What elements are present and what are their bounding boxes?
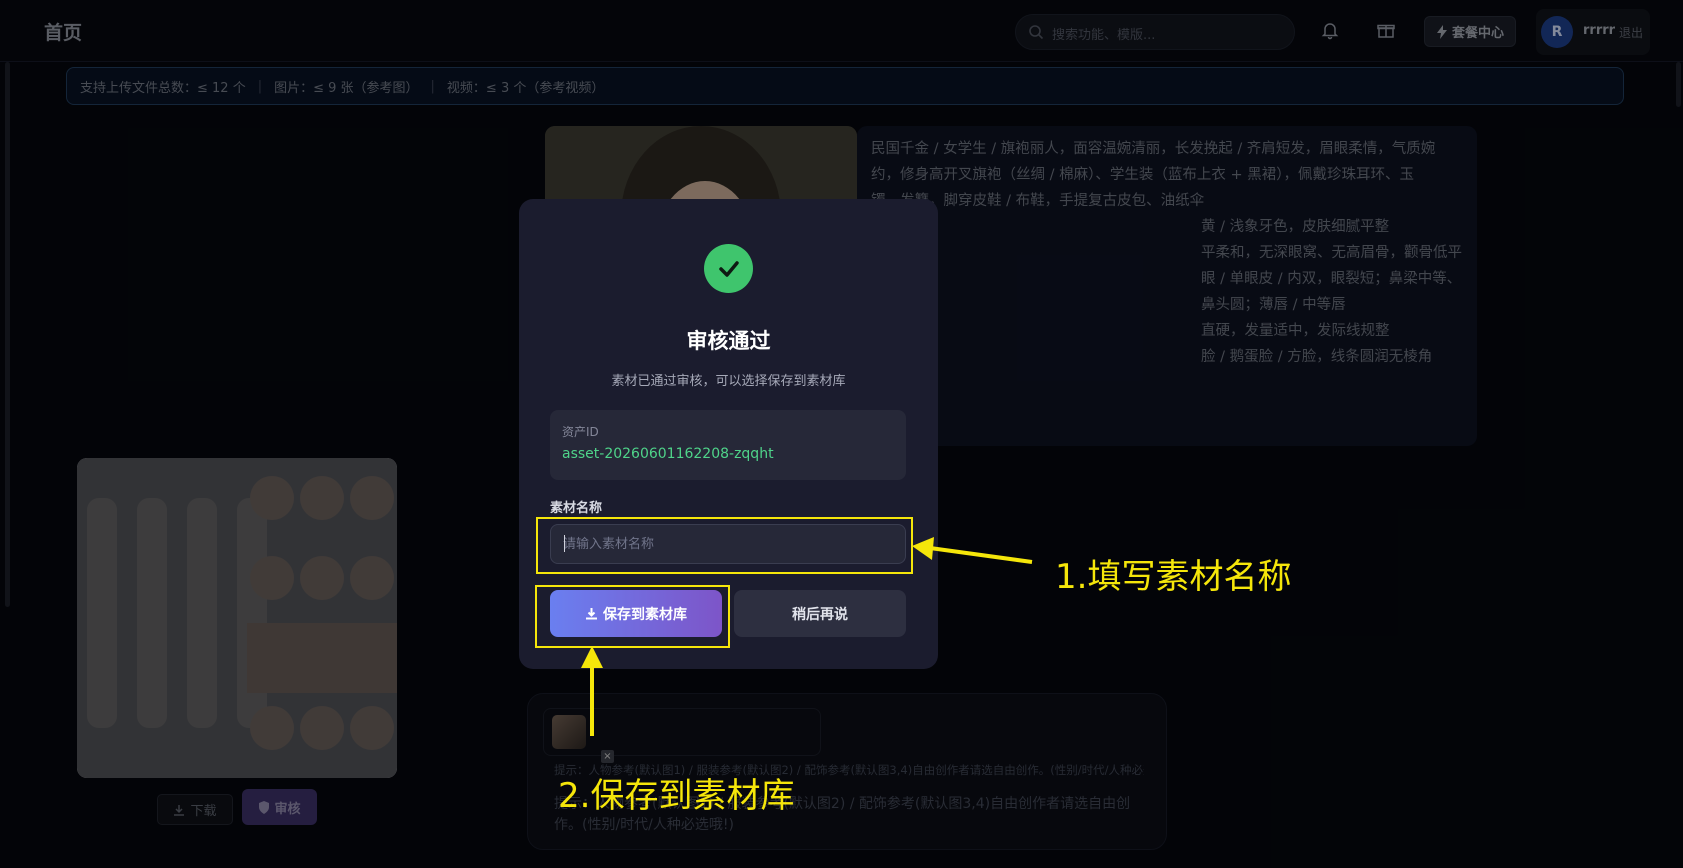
annotation-step1: 1.填写素材名称: [1055, 557, 1292, 597]
arrow-head-step1: [912, 537, 934, 560]
arrow-head-step2: [581, 646, 603, 668]
arrow-line-step1: [929, 546, 1033, 564]
annotation-step2: 2.保存到素材库: [558, 776, 795, 816]
annotation-arrows: [581, 537, 1033, 736]
